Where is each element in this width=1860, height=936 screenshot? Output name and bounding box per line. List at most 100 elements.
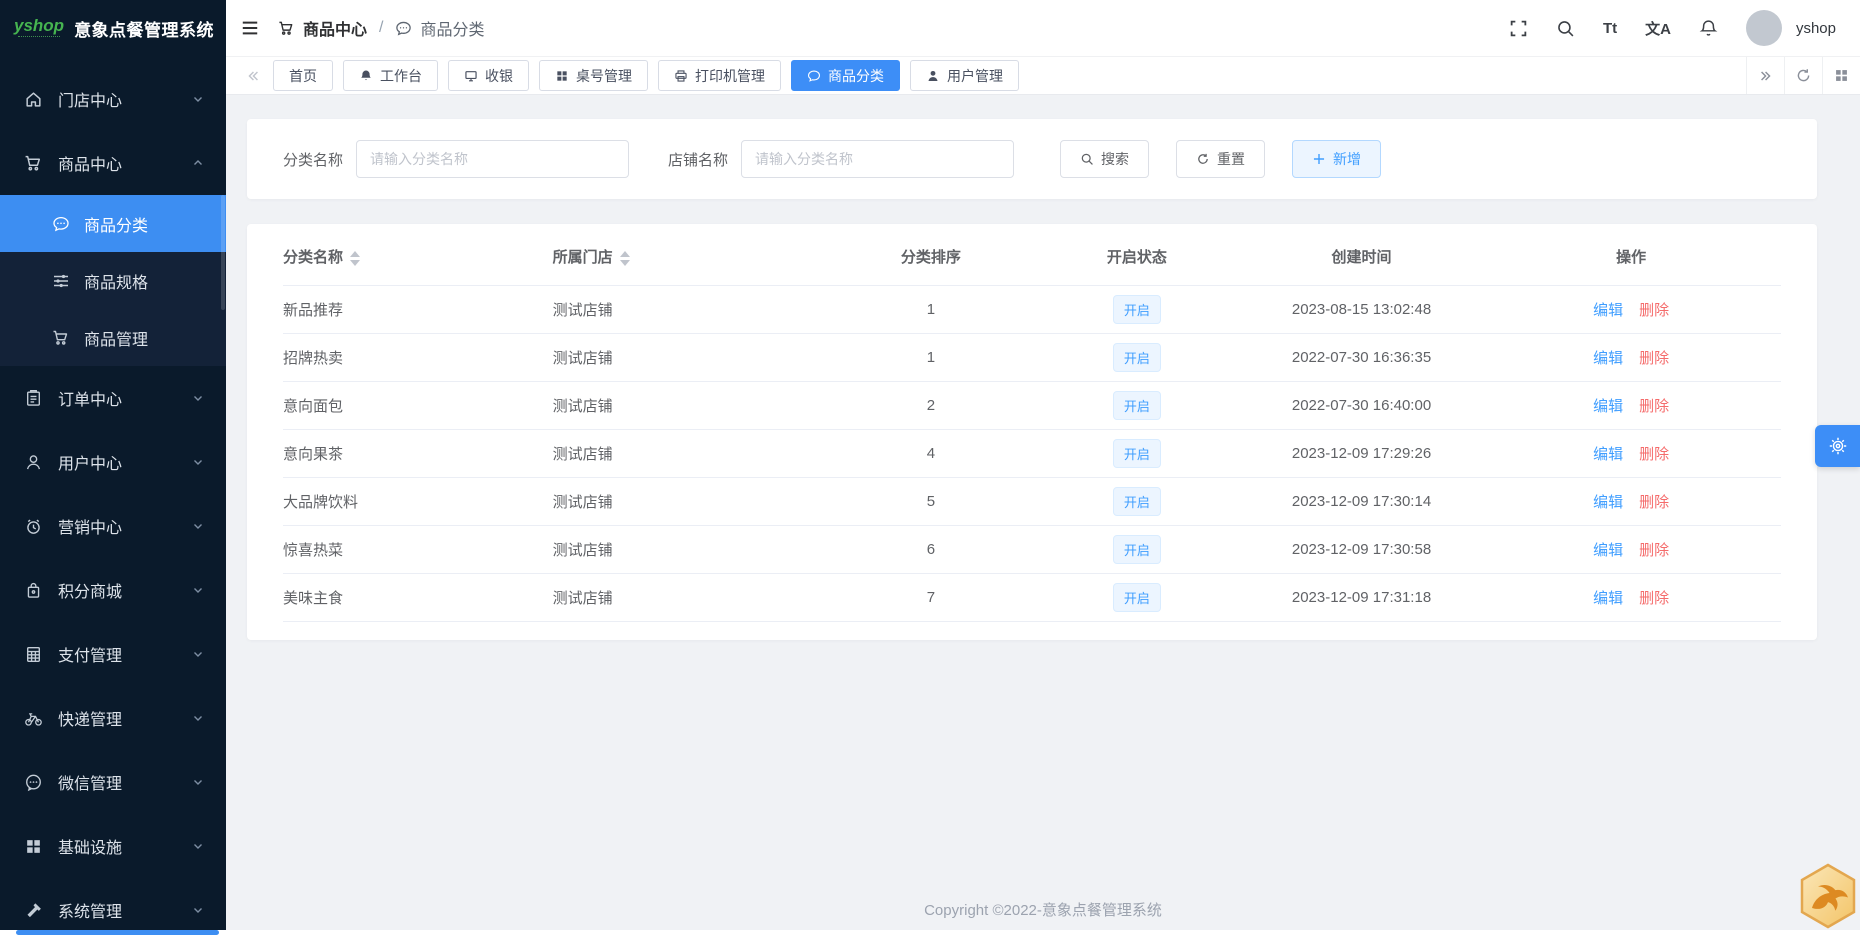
sidebar-item-order-center[interactable]: 订单中心: [0, 366, 226, 430]
cell-actions: 编辑 删除: [1481, 299, 1781, 320]
comment-icon: [53, 216, 69, 231]
table-row: 招牌热卖 测试店铺 1 开启 2022-07-30 16:36:35 编辑 删除: [283, 334, 1781, 382]
sidebar-item-express-manage[interactable]: 快递管理: [0, 686, 226, 750]
translate-icon[interactable]: 文A: [1645, 18, 1671, 39]
tabs-scroll-left-icon[interactable]: [245, 68, 261, 84]
cell-category-name: 意向果茶: [283, 446, 344, 463]
bag-icon: [27, 582, 40, 598]
tab-table-number[interactable]: 桌号管理: [539, 60, 648, 91]
logo-underline: [18, 36, 61, 39]
sidebar-item-infrastructure[interactable]: 基础设施: [0, 814, 226, 878]
breadcrumb-item[interactable]: 商品中心: [303, 16, 367, 40]
col-actions: 操作: [1616, 249, 1647, 266]
fullscreen-icon[interactable]: [1509, 19, 1528, 38]
username[interactable]: yshop: [1796, 20, 1836, 37]
sidebar-item-label: 快递管理: [58, 712, 123, 729]
edit-link[interactable]: 编辑: [1593, 542, 1623, 559]
cell-actions: 编辑 删除: [1481, 347, 1781, 368]
sidebar-scrollbar-thumb[interactable]: [221, 195, 225, 310]
chevron-down-icon: [194, 780, 202, 785]
sidebar-item-product-spec[interactable]: 商品规格: [0, 252, 226, 309]
horizontal-scrollbar-thumb[interactable]: [16, 930, 219, 935]
monitor-icon: [465, 70, 477, 81]
bird-badge-icon[interactable]: [1799, 863, 1857, 929]
tab-product-category[interactable]: 商品分类: [791, 60, 900, 91]
settings-fab[interactable]: [1815, 425, 1860, 467]
tab-printer-manage[interactable]: 打印机管理: [658, 60, 781, 91]
cell-created: 2022-07-30 16:36:35: [1291, 349, 1432, 366]
copyright-text: Copyright ©2022-意象点餐管理系统: [924, 902, 1162, 919]
layout-grid-icon[interactable]: [1822, 57, 1860, 94]
delete-link[interactable]: 删除: [1639, 542, 1669, 559]
search-button[interactable]: 搜索: [1060, 140, 1150, 178]
user-avatar[interactable]: [1745, 10, 1782, 46]
refresh-icon[interactable]: [1784, 57, 1822, 94]
tabs-scroll-right-icon[interactable]: [1746, 57, 1784, 94]
sidebar-menu: 门店中心 商品中心 商品分类 商品规格 商品管理 订单中心 用户中心 营销中心 …: [0, 57, 226, 936]
chevron-down-icon: [194, 524, 202, 529]
app-title: 意象点餐管理系统: [74, 21, 215, 40]
delete-link[interactable]: 删除: [1639, 398, 1669, 415]
cell-store: 测试店铺: [552, 590, 613, 607]
edit-link[interactable]: 编辑: [1593, 398, 1623, 415]
cell-category-name: 美味主食: [283, 590, 344, 607]
collapse-sidebar-icon[interactable]: [240, 18, 260, 38]
tab-workbench[interactable]: 工作台: [343, 60, 438, 91]
sidebar: yshop 意象点餐管理系统 门店中心 商品中心 商品分类 商品规格 商品管理 …: [0, 0, 226, 936]
sidebar-item-system-manage[interactable]: 系统管理: [0, 878, 226, 936]
sidebar-item-product-category[interactable]: 商品分类: [0, 195, 226, 252]
store-name-input[interactable]: [741, 140, 1015, 178]
delete-link[interactable]: 删除: [1639, 302, 1669, 319]
printer-icon: [675, 69, 687, 82]
cell-created: 2022-07-30 16:40:00: [1291, 397, 1432, 414]
status-badge: 开启: [1112, 583, 1161, 612]
sidebar-item-user-center[interactable]: 用户中心: [0, 430, 226, 494]
bike-icon: [25, 712, 42, 726]
search-icon[interactable]: [1556, 19, 1575, 38]
chevron-up-icon: [194, 160, 202, 165]
edit-link[interactable]: 编辑: [1593, 302, 1623, 319]
sidebar-item-marketing-center[interactable]: 营销中心: [0, 494, 226, 558]
edit-link[interactable]: 编辑: [1593, 590, 1623, 607]
tabs-controls: [1746, 57, 1860, 94]
cell-store: 测试店铺: [552, 398, 613, 415]
tab-home[interactable]: 首页: [273, 60, 333, 91]
sidebar-item-label: 门店中心: [58, 93, 123, 110]
sort-caret[interactable]: [350, 250, 361, 266]
reset-button[interactable]: 重置: [1176, 140, 1266, 178]
sidebar-item-store-center[interactable]: 门店中心: [0, 67, 226, 131]
delete-link[interactable]: 删除: [1639, 494, 1669, 511]
cell-sort: 1: [926, 349, 936, 366]
font-size-icon[interactable]: Tt: [1603, 20, 1617, 37]
sidebar-item-product-manage[interactable]: 商品管理: [0, 309, 226, 366]
edit-link[interactable]: 编辑: [1593, 350, 1623, 367]
cell-actions: 编辑 删除: [1481, 491, 1781, 512]
topbar-tools: Tt 文A yshop: [1509, 10, 1836, 46]
delete-link[interactable]: 删除: [1639, 446, 1669, 463]
cell-sort: 6: [926, 541, 936, 558]
breadcrumb-separator: /: [379, 19, 384, 36]
table-row: 大品牌饮料 测试店铺 5 开启 2023-12-09 17:30:14 编辑 删除: [283, 478, 1781, 526]
edit-link[interactable]: 编辑: [1593, 446, 1623, 463]
sidebar-item-product-center[interactable]: 商品中心: [0, 131, 226, 195]
delete-link[interactable]: 删除: [1639, 590, 1669, 607]
edit-link[interactable]: 编辑: [1593, 494, 1623, 511]
status-badge: 开启: [1112, 343, 1161, 372]
tab-user-manage[interactable]: 用户管理: [910, 60, 1019, 91]
bell-icon[interactable]: [1699, 19, 1718, 38]
user-icon: [928, 70, 938, 81]
chevron-down-icon: [194, 652, 202, 657]
cell-store: 测试店铺: [552, 446, 613, 463]
cell-actions: 编辑 删除: [1481, 587, 1781, 608]
horizontal-scrollbar[interactable]: [0, 930, 1860, 936]
bell-icon: [361, 70, 371, 80]
sidebar-item-payment-manage[interactable]: 支付管理: [0, 622, 226, 686]
delete-link[interactable]: 删除: [1639, 350, 1669, 367]
tab-cashier[interactable]: 收银: [448, 60, 529, 91]
sidebar-item-points-mall[interactable]: 积分商城: [0, 558, 226, 622]
add-button[interactable]: 新增: [1292, 140, 1382, 178]
sidebar-item-wechat-manage[interactable]: 微信管理: [0, 750, 226, 814]
sort-caret[interactable]: [619, 250, 630, 266]
status-badge: 开启: [1112, 487, 1161, 516]
category-name-input[interactable]: [356, 140, 630, 178]
